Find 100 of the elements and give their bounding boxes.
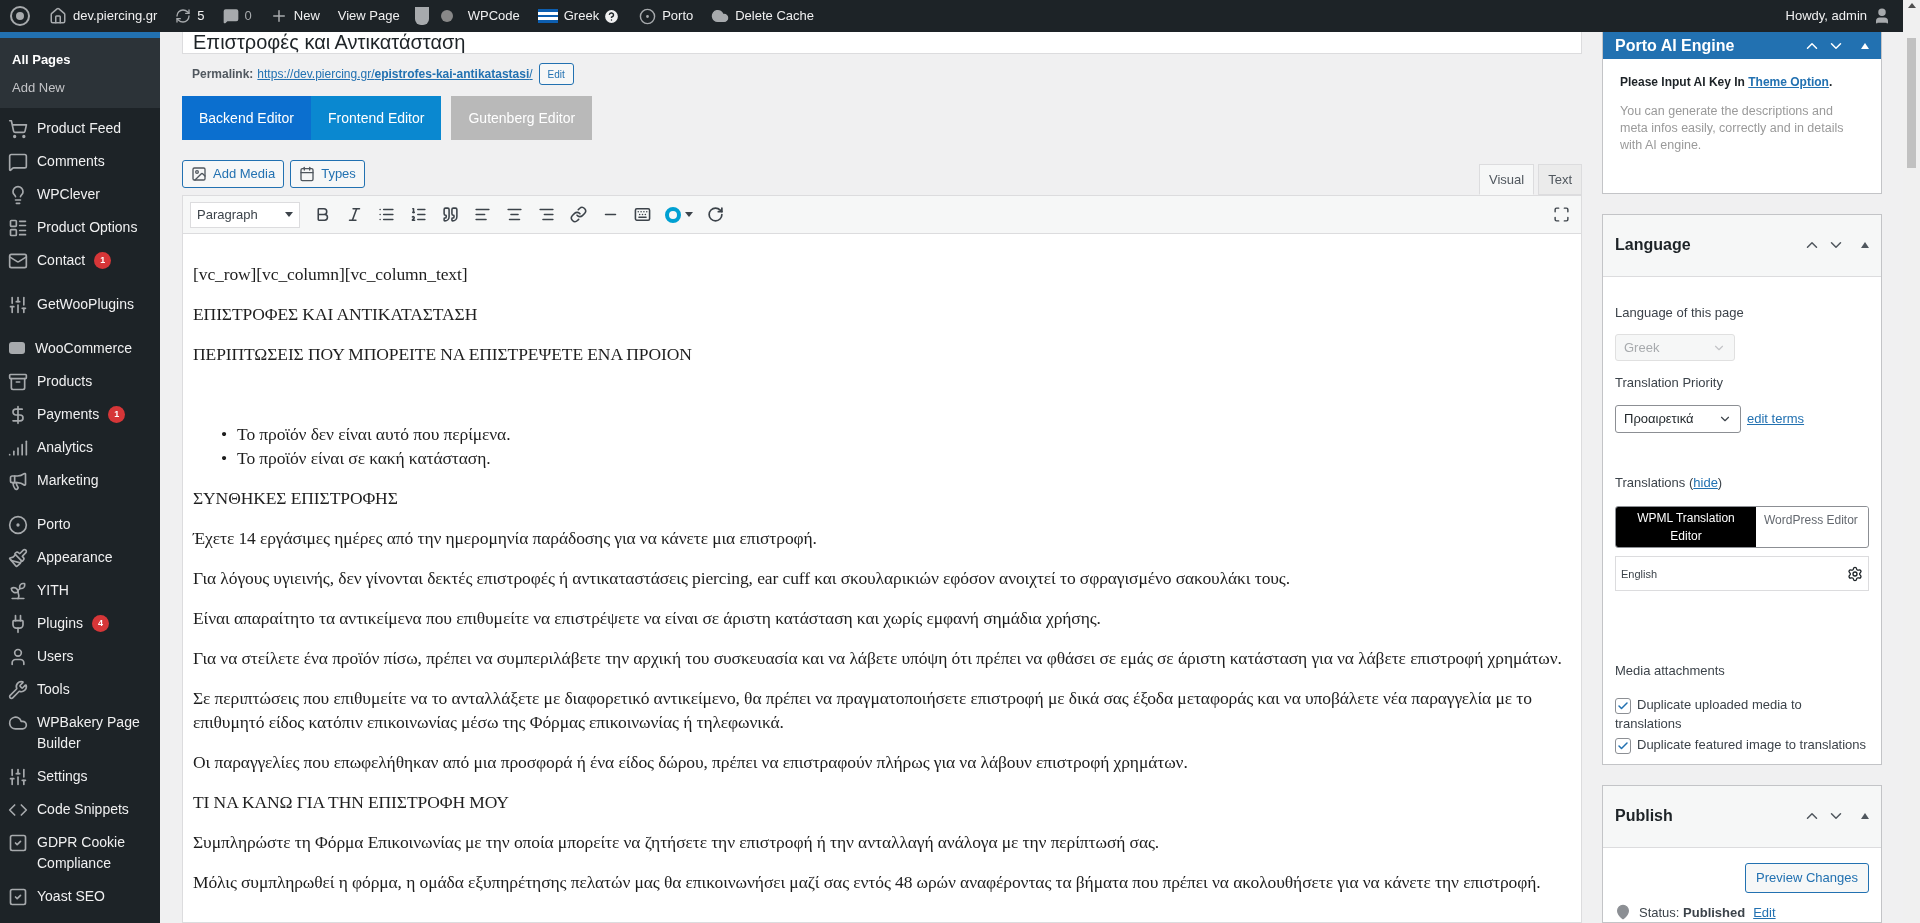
menu-item[interactable]: WPBakery Page Builder [0,706,160,760]
scroll-up-icon[interactable] [1907,3,1916,8]
paragraph: Οι παραγγελίες που επωφελήθηκαν από μια προσφορά ή ένα είδος δώρου, πρέπει να επιστραφούν πλήρως για να λάβουν επιστροφή χρημάτων. [193,751,1189,774]
menu-item[interactable]: YITH [0,574,160,607]
field-label: Translation Priority [1615,374,1724,393]
help-icon[interactable] [603,7,621,25]
menu-item[interactable]: Comments [0,145,160,178]
paragraph: Σε περιπτώσεις που επιθυμείτε να το ανταλλάξετε με διαφορετικό αντικείμενο, θα πρέπει να πραγματοποιήσετε επιστροφή με δικά σας έξοδα μεταφοράς και να υποβάλετε νέα παραγγελία με το επιθυμητό είδος κατόπιν επικοινωνίας μέσω της Φόρμας επικοινωνίας ή τηλεφωνικά. [193,687,1533,734]
checkbox[interactable] [1615,698,1631,714]
list-item: Το προϊόν δεν είναι αυτό που περίμενα. [237,423,511,446]
menu-item[interactable]: Users [0,640,160,673]
menu-item[interactable]: Analytics [0,431,160,464]
editor-tab[interactable]: Visual [1478,164,1535,195]
sliders-icon [8,295,28,315]
menu-item[interactable]: GetWooPlugins [0,288,160,321]
media-label: Media attachments [1615,662,1726,681]
collapse-icon[interactable] [1861,813,1869,819]
field-label: Language of this page [1615,304,1745,322]
wordpress-logo-icon[interactable] [10,6,30,26]
editor-option[interactable]: WPML Translation Editor [1616,507,1756,548]
menu-label: Contact [37,251,86,270]
editor-tab[interactable]: Text [1538,164,1582,195]
theme-option-link[interactable]: Theme Option [1748,75,1829,89]
view-page-link[interactable]: View Page [328,0,409,32]
site-link[interactable]: dev.piercing.gr [40,0,167,32]
menu-label: Appearance [37,548,113,567]
bullet: • [221,423,228,446]
paragraph: ΠΕΡΙΠΤΩΣΕΙΣ ΠΟΥ ΜΠΟΡΕΙΤΕ ΝΑ ΕΠΙΣΤΡΕΨΕΤΕ ΕΝΑ ΠΡΟΙΟΝ [193,343,693,366]
list-item: Το προϊόν είναι σε κακή κατάσταση. [237,447,491,470]
menu-label: Plugins [37,614,83,633]
edit-permalink-button[interactable]: Edit [538,63,574,85]
submenu-item[interactable]: All Pages [0,46,160,74]
checkbox-option[interactable]: Duplicate featured image to translations [1615,735,1869,754]
rounded-square-icon [8,339,26,357]
refresh-icon [175,8,192,24]
checkbox[interactable] [1615,738,1631,754]
comment-icon [222,8,239,24]
checkmark-icon [1617,700,1629,712]
menu-item[interactable]: Tools [0,673,160,706]
format-select[interactable]: Paragraph [190,201,300,228]
comments-link[interactable]: 0 [213,0,261,32]
edit-terms-link[interactable]: edit terms [1747,409,1805,429]
caret-icon [285,212,293,217]
preview-changes-button[interactable]: Preview Changes [1745,862,1869,893]
cloud-icon [8,713,28,733]
menu-item[interactable]: Marketing [0,464,160,497]
menu-item[interactable]: Code Snippets [0,793,160,826]
account-link[interactable]: Howdy, admin [1776,0,1903,32]
menu-item[interactable]: WPClever [0,178,160,211]
delete-cache-link[interactable]: Delete Cache [702,0,823,32]
panel-title: Porto AI Engine [1615,35,1735,56]
media-button[interactable]: Types [290,160,365,188]
collapse-icon[interactable] [1861,242,1869,249]
translation-language: English [1621,566,1658,582]
bar-chart-icon [8,438,28,458]
count-badge: 1 [94,252,112,269]
menu-item[interactable]: Appearance [0,541,160,574]
title-field[interactable]: Επιστροφές και Αντικατάσταση [182,32,1582,54]
shield-icon[interactable] [414,7,429,25]
paragraph: Μόλις συμπληρωθεί η φόρμα, η ομάδα εξυπηρέτησης πελατών μας θα επικοινωνήσει μαζί σας εντός 48 ωρών αναφέροντας τα βήματα που πρέπει να ακολουθήσετε για να κάνετε την επιστροφή. [193,871,1542,894]
menu-label: WooCommerce [35,339,132,358]
updates-link[interactable]: 5 [166,0,214,32]
menu-item[interactable]: Product Options [0,211,160,244]
paragraph: Για να στείλετε ένα προϊόν πίσω, πρέπει να συμπεριλάβετε την αρχική του συσκευασία και να λάβετε υπόψη ότι πρέπει να φθάσει σε εμάς σε άριστη κατάσταση για να λάβετε επιστροφή χρημάτων. [193,647,1563,670]
menu-item[interactable]: Product Feed [0,112,160,145]
wpcode-link[interactable]: WPCode [458,0,529,32]
checkbox-option[interactable]: Duplicate uploaded media to translations [1615,695,1869,733]
status-edit-link[interactable]: Edit [1753,902,1776,922]
porto-link[interactable]: Porto [630,0,703,32]
menu-item[interactable]: WooCommerce [0,332,160,365]
menu-item[interactable]: Yoast SEO [0,880,160,913]
paragraph: [vc_row][vc_column][vc_column_text] [193,263,469,286]
editor-mode-button[interactable]: Backend Editor [182,96,311,140]
permalink-link[interactable]: https://dev.piercing.gr/epistrofes-kai-antikatastasi/ [257,65,533,83]
priority-select[interactable]: Προαιρετικά [1615,405,1741,433]
menu-item[interactable]: GDPR Cookie Compliance [0,826,160,880]
menu-label: Payments [37,405,100,424]
menu-item[interactable]: Products [0,365,160,398]
status-text: Status: Published [1639,903,1746,922]
submenu-item[interactable]: Add New [0,74,160,102]
language-link[interactable]: Greek [557,0,604,32]
media-button[interactable]: Add Media [182,160,285,188]
new-link[interactable]: New [260,0,329,32]
calendar-icon [299,166,316,182]
menu-item[interactable]: Porto [0,508,160,541]
menu-item[interactable]: Payments 1 [0,398,160,431]
menu-label: YITH [37,581,69,600]
count-badge: 4 [91,615,109,632]
menu-label: Product Options [37,218,138,237]
menu-label: Tools [37,680,70,699]
menu-item[interactable]: Settings [0,760,160,793]
caret-icon[interactable] [685,212,693,217]
menu-item[interactable]: Contact 1 [0,244,160,277]
menu-item[interactable]: Plugins 4 [0,607,160,640]
fullscreen-icon[interactable] [1553,206,1570,223]
hide-link[interactable]: hide [1693,475,1718,490]
paintbrush-icon [8,548,28,568]
scrollbar-thumb[interactable] [1907,38,1916,168]
settings-icon[interactable] [1847,566,1863,582]
editor-mode-button[interactable]: Frontend Editor [310,96,442,140]
